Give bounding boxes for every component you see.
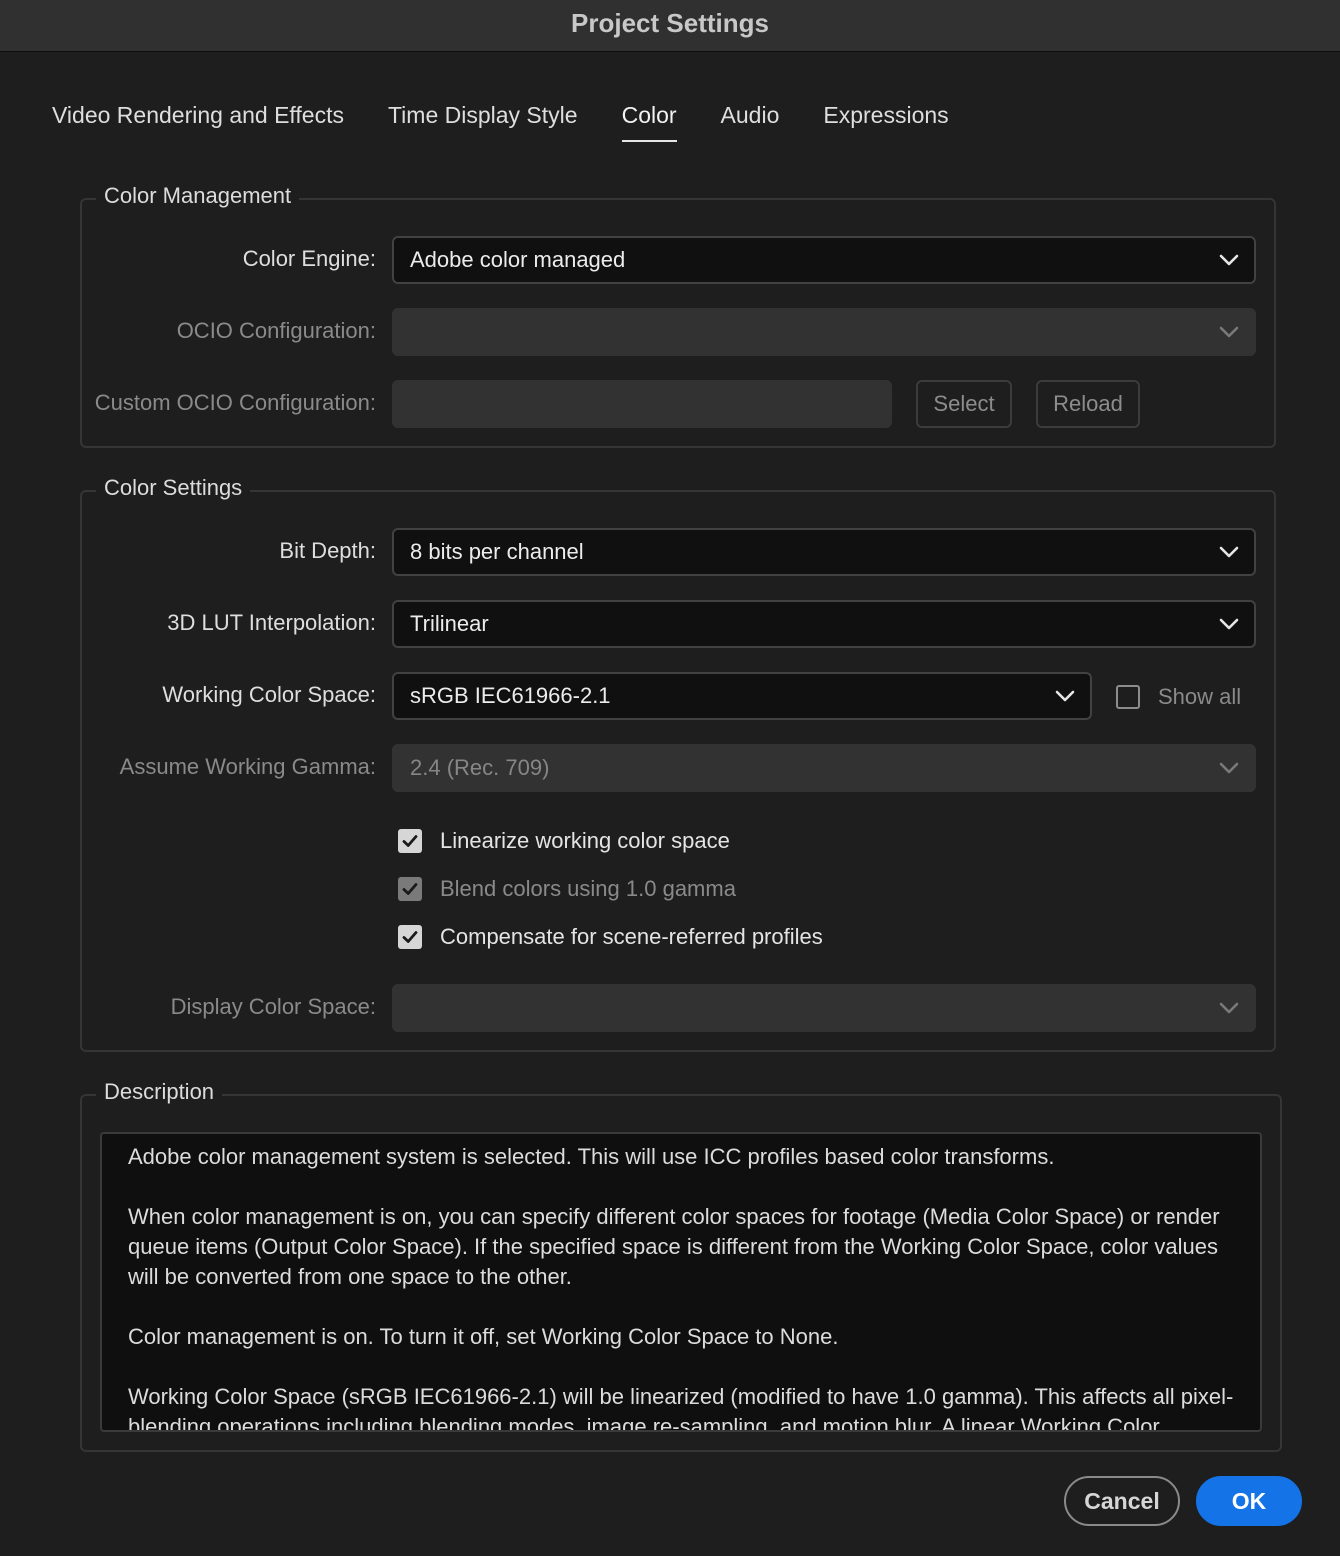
working-color-space-value: sRGB IEC61966-2.1 [410, 683, 611, 708]
checkmark-icon [402, 931, 418, 943]
tab-video-rendering[interactable]: Video Rendering and Effects [52, 98, 344, 142]
blend-colors-checkbox[interactable]: Blend colors using 1.0 gamma [398, 874, 736, 904]
chevron-down-icon [1219, 546, 1239, 558]
custom-ocio-label: Custom OCIO Configuration: [94, 390, 376, 415]
custom-ocio-field[interactable] [392, 380, 892, 428]
assume-working-gamma-value: 2.4 (Rec. 709) [410, 755, 550, 780]
chevron-down-icon [1219, 1002, 1239, 1014]
ocio-configuration-label: OCIO Configuration: [176, 318, 376, 343]
chevron-down-icon [1055, 690, 1075, 702]
bit-depth-label: Bit Depth: [279, 538, 376, 563]
working-color-space-label: Working Color Space: [162, 682, 376, 707]
color-engine-value: Adobe color managed [410, 247, 626, 272]
show-all-label: Show all [1158, 684, 1242, 709]
assume-working-gamma-label: Assume Working Gamma: [119, 754, 376, 779]
color-management-legend: Color Management [96, 183, 300, 209]
description-legend: Description [96, 1079, 223, 1105]
color-engine-label: Color Engine: [242, 246, 376, 271]
ocio-configuration-dropdown[interactable] [392, 308, 1256, 356]
bit-depth-dropdown[interactable]: 8 bits per channel [392, 528, 1256, 576]
chevron-down-icon [1219, 254, 1239, 266]
checkbox-box[interactable] [1116, 685, 1140, 709]
display-color-space-dropdown[interactable] [392, 984, 1256, 1032]
description-textbox[interactable]: Adobe color management system is selecte… [100, 1132, 1262, 1432]
tab-expressions[interactable]: Expressions [823, 98, 948, 142]
checkmark-icon [402, 835, 418, 847]
tab-audio[interactable]: Audio [721, 98, 780, 142]
cancel-button[interactable]: Cancel [1064, 1476, 1180, 1526]
chevron-down-icon [1219, 762, 1239, 774]
compensate-scene-referred-checkbox[interactable]: Compensate for scene-referred profiles [398, 922, 823, 952]
lut-interpolation-value: Trilinear [410, 611, 489, 636]
ok-button[interactable]: OK [1196, 1476, 1302, 1526]
checkbox-box[interactable] [398, 877, 422, 901]
checkbox-box[interactable] [398, 829, 422, 853]
working-color-space-dropdown[interactable]: sRGB IEC61966-2.1 [392, 672, 1092, 720]
checkmark-icon [402, 883, 418, 895]
bit-depth-value: 8 bits per channel [410, 539, 584, 564]
select-button[interactable]: Select [916, 380, 1012, 428]
compensate-scene-referred-label: Compensate for scene-referred profiles [440, 924, 823, 949]
tab-bar: Video Rendering and Effects Time Display… [52, 98, 949, 148]
assume-working-gamma-dropdown[interactable]: 2.4 (Rec. 709) [392, 744, 1256, 792]
chevron-down-icon [1219, 326, 1239, 338]
checkbox-box[interactable] [398, 925, 422, 949]
tab-color[interactable]: Color [621, 98, 677, 142]
window-title: Project Settings [571, 8, 769, 38]
reload-button[interactable]: Reload [1036, 380, 1140, 428]
chevron-down-icon [1219, 618, 1239, 630]
description-text: Adobe color management system is selecte… [128, 1144, 1234, 1432]
tab-time-display-style[interactable]: Time Display Style [388, 98, 578, 142]
display-color-space-label: Display Color Space: [170, 994, 376, 1019]
show-all-checkbox[interactable]: Show all [1116, 682, 1241, 712]
linearize-checkbox[interactable]: Linearize working color space [398, 826, 730, 856]
color-settings-legend: Color Settings [96, 475, 251, 501]
color-engine-dropdown[interactable]: Adobe color managed [392, 236, 1256, 284]
lut-interpolation-label: 3D LUT Interpolation: [167, 610, 376, 635]
linearize-label: Linearize working color space [440, 828, 730, 853]
blend-colors-label: Blend colors using 1.0 gamma [440, 876, 736, 901]
title-bar: Project Settings [0, 0, 1340, 52]
lut-interpolation-dropdown[interactable]: Trilinear [392, 600, 1256, 648]
